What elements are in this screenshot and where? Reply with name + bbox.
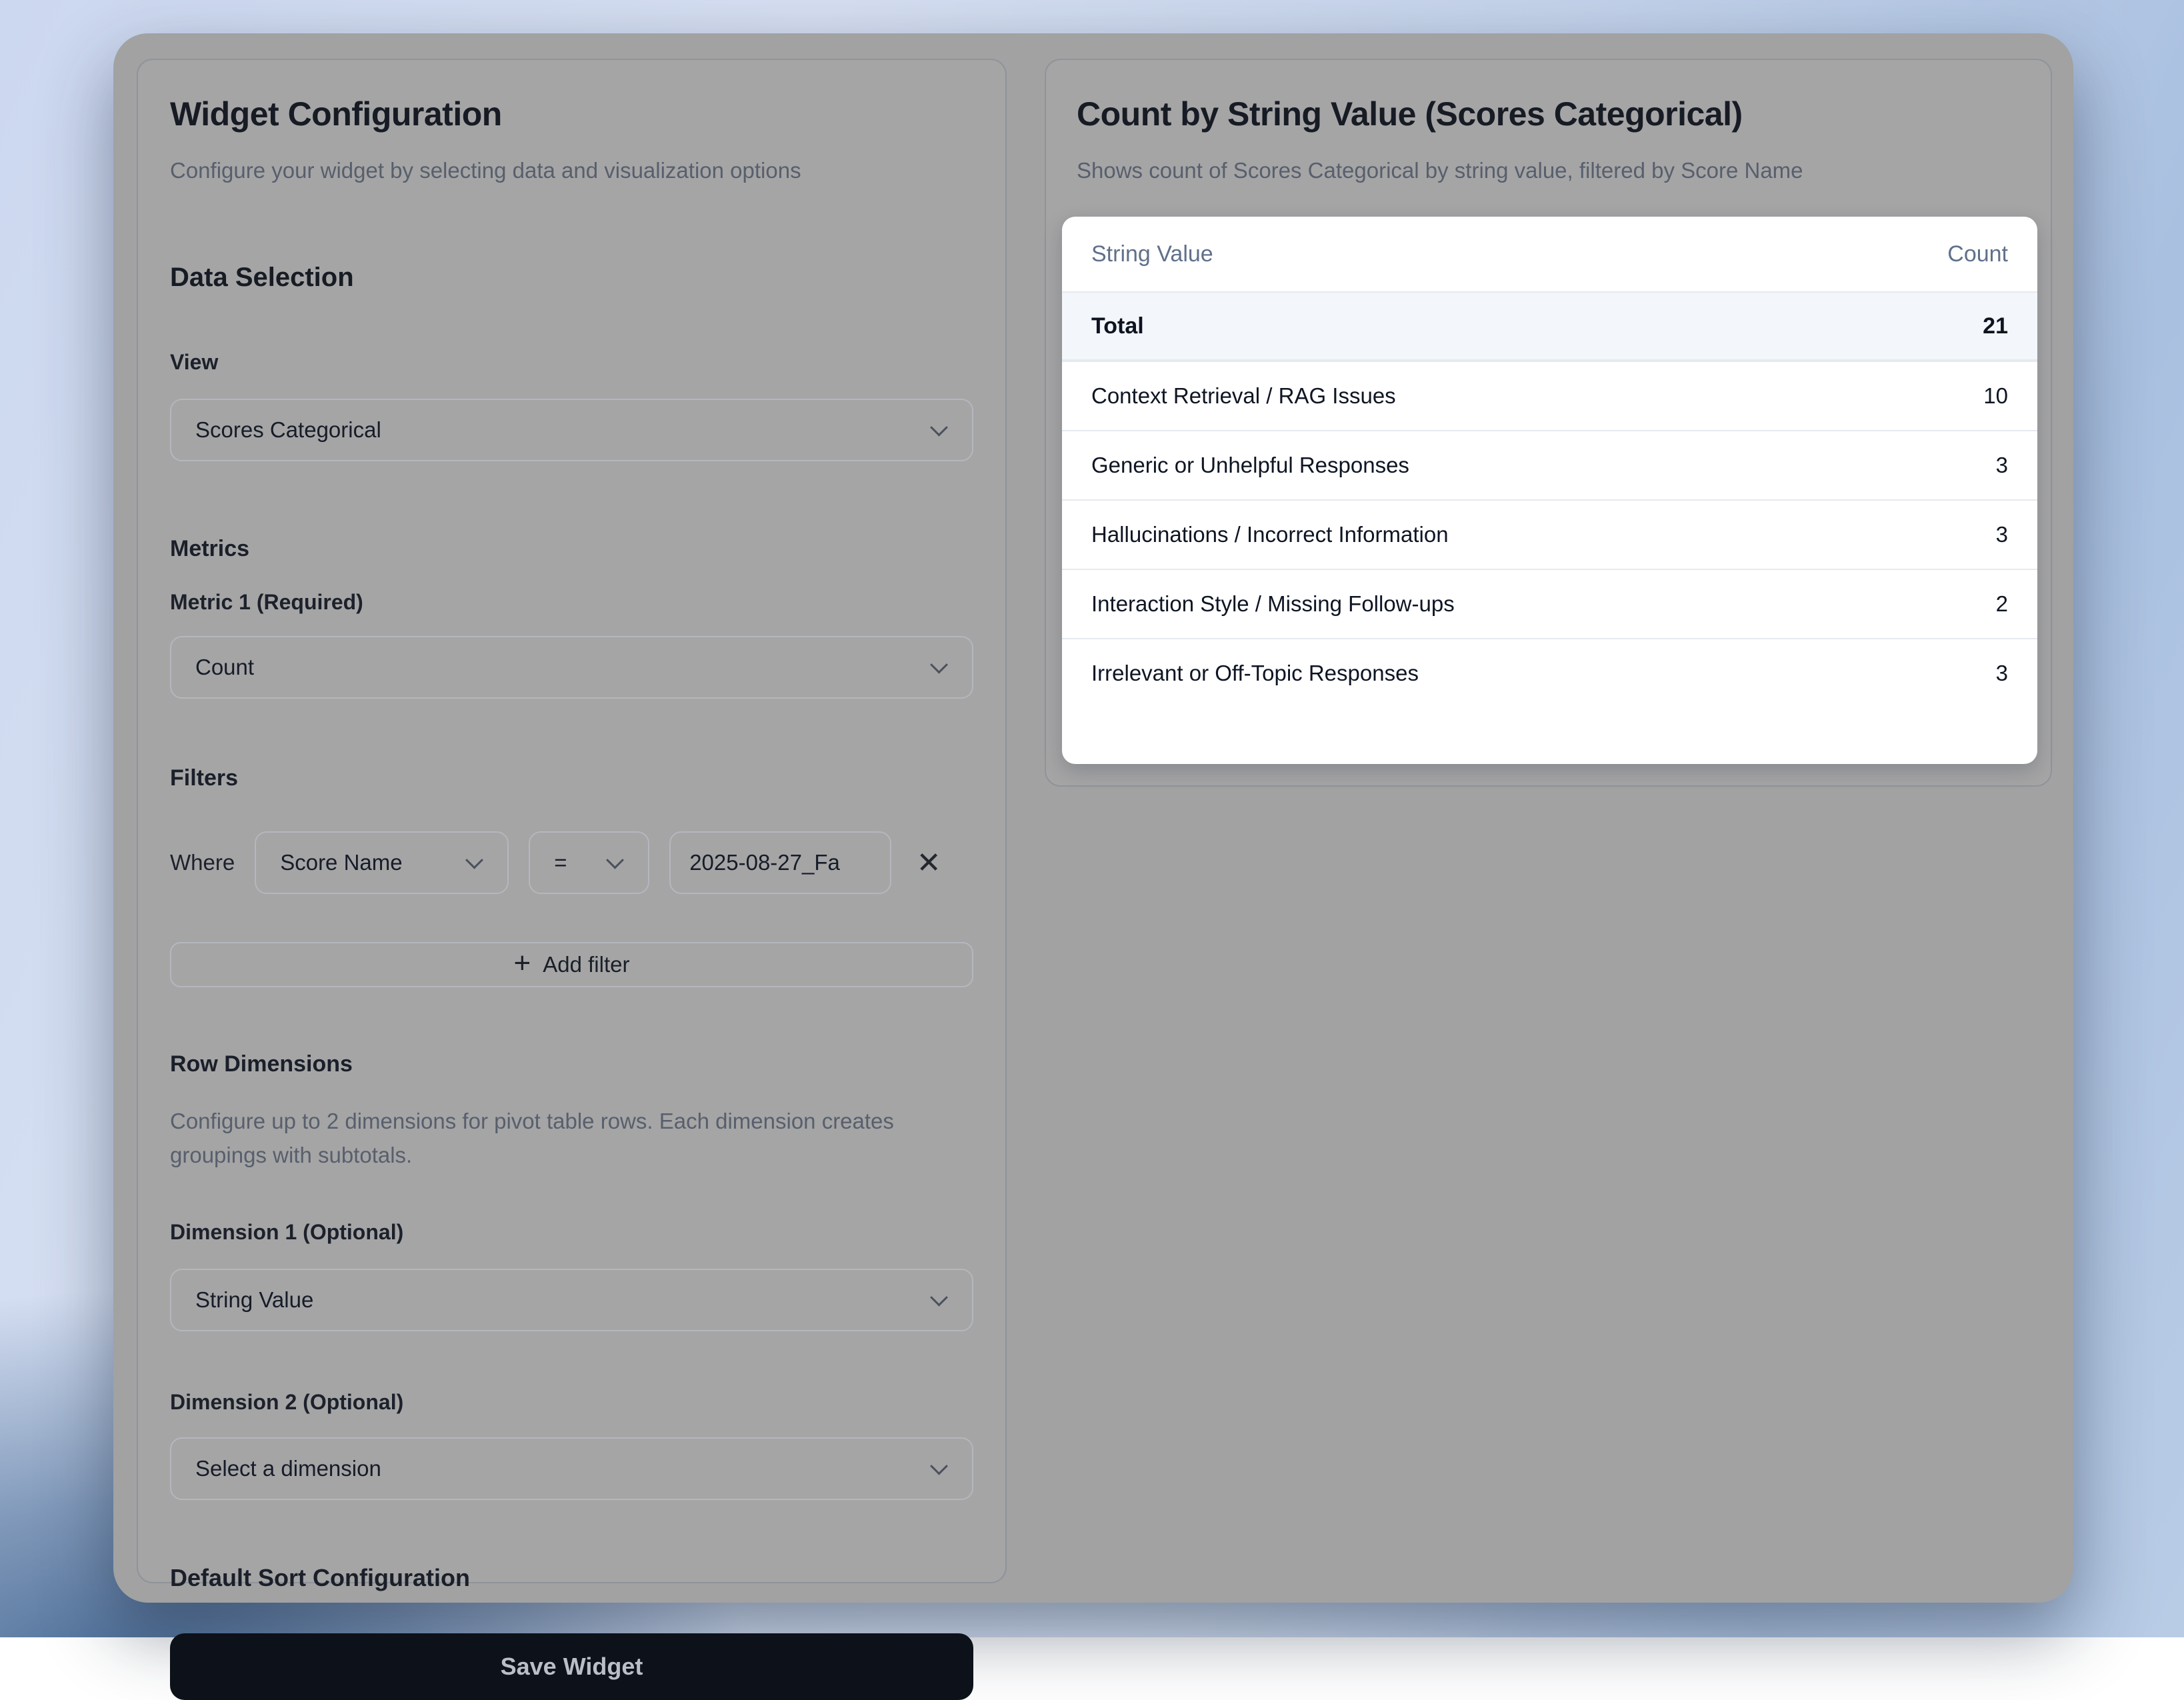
filter-operator-value: =	[554, 850, 567, 875]
dimension2-select-value: Select a dimension	[195, 1456, 381, 1481]
chevron-down-icon	[930, 1457, 948, 1475]
metric1-select[interactable]: Count	[170, 636, 973, 699]
dimension1-label: Dimension 1 (Optional)	[170, 1220, 973, 1245]
view-select[interactable]: Scores Categorical	[170, 399, 973, 461]
column-header-string-value: String Value	[1091, 241, 1213, 267]
chevron-down-icon	[606, 851, 624, 869]
row-count: 3	[1996, 453, 2008, 478]
total-count: 21	[1983, 313, 2008, 339]
data-selection-heading: Data Selection	[170, 263, 973, 293]
where-label: Where	[170, 850, 235, 875]
column-header-count: Count	[1947, 241, 2008, 267]
table-row: Interaction Style / Missing Follow-ups 2	[1062, 569, 2037, 638]
preview-table-card: String Value Count Total 21 Context Retr…	[1062, 217, 2037, 764]
filter-row: Where Score Name = 2025-08-27_Fa ✕	[170, 831, 973, 894]
dimension2-label: Dimension 2 (Optional)	[170, 1390, 973, 1415]
row-count: 3	[1996, 522, 2008, 547]
save-widget-button[interactable]: Save Widget	[170, 1633, 973, 1700]
view-select-value: Scores Categorical	[195, 417, 381, 443]
page-background: Widget Configuration Configure your widg…	[0, 0, 2184, 1637]
filter-value-text: 2025-08-27_Fa	[689, 850, 840, 875]
table-row: Context Retrieval / RAG Issues 10	[1062, 361, 2037, 430]
row-label: Irrelevant or Off-Topic Responses	[1091, 661, 1419, 686]
remove-filter-button[interactable]: ✕	[911, 845, 946, 880]
chevron-down-icon	[465, 851, 483, 869]
filter-operator-select[interactable]: =	[529, 831, 649, 894]
table-row: Generic or Unhelpful Responses 3	[1062, 430, 2037, 499]
dimension1-select[interactable]: String Value	[170, 1269, 973, 1331]
preview-panel: Count by String Value (Scores Categorica…	[1045, 59, 2052, 787]
close-icon: ✕	[917, 846, 941, 880]
configuration-panel: Widget Configuration Configure your widg…	[137, 59, 1007, 1583]
chevron-down-icon	[930, 419, 948, 437]
metric1-label: Metric 1 (Required)	[170, 590, 973, 615]
view-label: View	[170, 350, 973, 375]
row-count: 10	[1983, 383, 2008, 409]
row-label: Hallucinations / Incorrect Information	[1091, 522, 1449, 547]
row-dimensions-description: Configure up to 2 dimensions for pivot t…	[170, 1104, 973, 1172]
save-widget-label: Save Widget	[501, 1653, 643, 1681]
row-label: Interaction Style / Missing Follow-ups	[1091, 591, 1455, 617]
total-label: Total	[1091, 313, 1144, 339]
row-count: 2	[1996, 591, 2008, 617]
sort-configuration-heading: Default Sort Configuration	[170, 1564, 973, 1592]
metrics-heading: Metrics	[170, 536, 973, 562]
table-body: Context Retrieval / RAG Issues 10 Generi…	[1062, 361, 2037, 707]
row-label: Context Retrieval / RAG Issues	[1091, 383, 1396, 409]
row-label: Generic or Unhelpful Responses	[1091, 453, 1409, 478]
table-row: Hallucinations / Incorrect Information 3	[1062, 499, 2037, 569]
chevron-down-icon	[930, 1289, 948, 1307]
table-row: Irrelevant or Off-Topic Responses 3	[1062, 638, 2037, 707]
row-count: 3	[1996, 661, 2008, 686]
filter-value-input[interactable]: 2025-08-27_Fa	[669, 831, 891, 894]
widget-configuration-modal: Widget Configuration Configure your widg…	[113, 33, 2073, 1603]
filter-field-select[interactable]: Score Name	[255, 831, 509, 894]
dimension2-select[interactable]: Select a dimension	[170, 1437, 973, 1500]
metric1-select-value: Count	[195, 655, 254, 680]
chevron-down-icon	[930, 656, 948, 674]
table-total-row: Total 21	[1062, 291, 2037, 361]
row-dimensions-heading: Row Dimensions	[170, 1051, 973, 1077]
preview-subtitle: Shows count of Scores Categorical by str…	[1077, 153, 2020, 188]
panel-subtitle: Configure your widget by selecting data …	[170, 153, 837, 188]
preview-title: Count by String Value (Scores Categorica…	[1077, 95, 2020, 133]
table-header-row: String Value Count	[1062, 217, 2037, 291]
add-filter-button[interactable]: + Add filter	[170, 942, 973, 987]
add-filter-label: Add filter	[543, 952, 629, 977]
filters-heading: Filters	[170, 765, 973, 791]
dimension1-select-value: String Value	[195, 1287, 313, 1313]
filter-field-value: Score Name	[280, 850, 402, 875]
panel-title: Widget Configuration	[170, 95, 973, 133]
